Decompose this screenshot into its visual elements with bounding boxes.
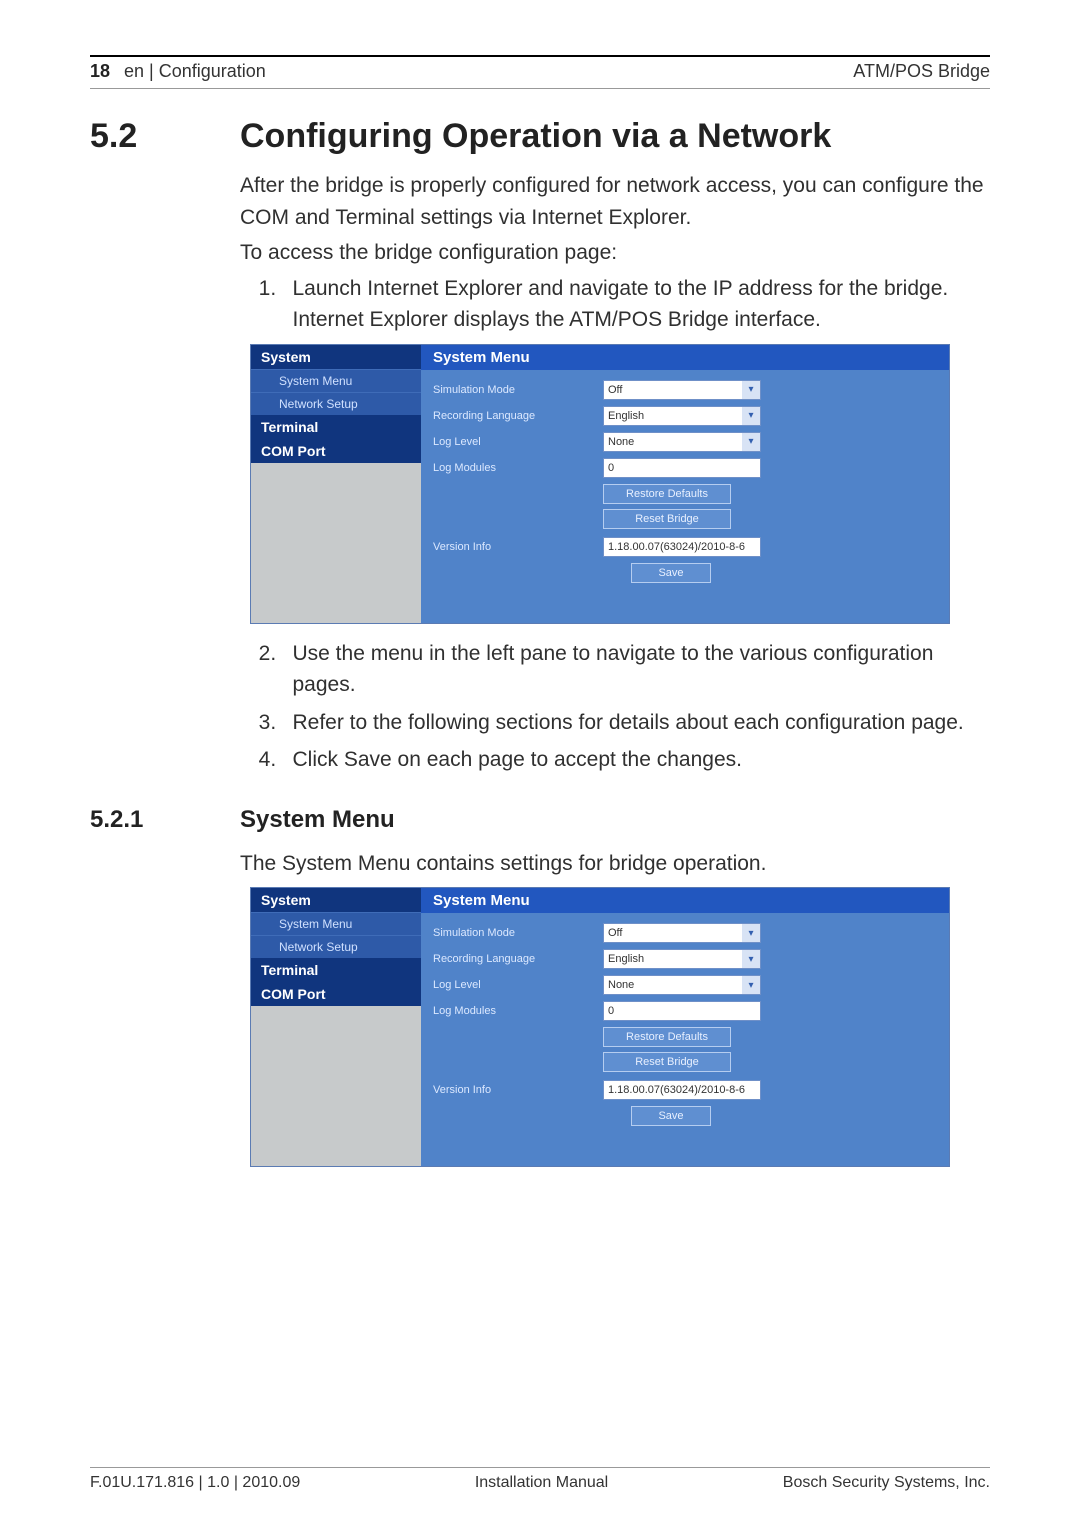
page-header: 18 en | Configuration ATM/POS Bridge bbox=[90, 61, 990, 89]
sidebar-item-system-menu[interactable]: System Menu bbox=[251, 369, 421, 392]
section-title: Configuring Operation via a Network bbox=[240, 117, 831, 156]
step-1: Launch Internet Explorer and navigate to… bbox=[282, 273, 990, 336]
reset-bridge-button[interactable]: Reset Bridge bbox=[603, 509, 731, 529]
sidebar-header-terminal[interactable]: Terminal bbox=[251, 415, 421, 439]
subsection-number: 5.2.1 bbox=[90, 806, 180, 834]
field-version-info: 1.18.00.07(63024)/2010-8-6 bbox=[603, 1080, 761, 1100]
label-simulation-mode: Simulation Mode bbox=[433, 927, 603, 939]
step-1-text: Launch Internet Explorer and navigate to… bbox=[293, 277, 949, 300]
sidebar-item-network-setup[interactable]: Network Setup bbox=[251, 392, 421, 415]
sidebar-header-com-port[interactable]: COM Port bbox=[251, 982, 421, 1006]
footer-left: F.01U.171.816 | 1.0 | 2010.09 bbox=[90, 1474, 300, 1492]
select-simulation-mode[interactable]: Off ▾ bbox=[603, 380, 761, 400]
restore-defaults-button[interactable]: Restore Defaults bbox=[603, 1027, 731, 1047]
breadcrumb: en | Configuration bbox=[124, 61, 266, 82]
page-footer: F.01U.171.816 | 1.0 | 2010.09 Installati… bbox=[90, 1474, 990, 1492]
sidebar-header-com-port[interactable]: COM Port bbox=[251, 439, 421, 463]
select-log-level[interactable]: None ▾ bbox=[603, 975, 761, 995]
sidebar-header-system[interactable]: System bbox=[251, 345, 421, 369]
label-version-info: Version Info bbox=[433, 541, 603, 553]
save-button[interactable]: Save bbox=[631, 1106, 711, 1126]
footer-center: Installation Manual bbox=[475, 1474, 608, 1492]
footer-right: Bosch Security Systems, Inc. bbox=[783, 1474, 990, 1492]
screenshot-system-menu-2: System System Menu Network Setup Termina… bbox=[250, 887, 950, 1167]
sidebar-item-network-setup[interactable]: Network Setup bbox=[251, 935, 421, 958]
label-version-info: Version Info bbox=[433, 1084, 603, 1096]
panel-title: System Menu bbox=[421, 345, 949, 370]
input-log-modules-value: 0 bbox=[608, 462, 614, 474]
restore-defaults-button[interactable]: Restore Defaults bbox=[603, 484, 731, 504]
select-simulation-mode-value: Off bbox=[608, 927, 622, 939]
input-log-modules[interactable]: 0 bbox=[603, 1001, 761, 1021]
subsection-desc: The System Menu contains settings for br… bbox=[240, 848, 990, 880]
select-simulation-mode[interactable]: Off ▾ bbox=[603, 923, 761, 943]
intro-paragraph-1: After the bridge is properly configured … bbox=[240, 170, 990, 233]
step-1-note: Internet Explorer displays the ATM/POS B… bbox=[293, 308, 821, 331]
chevron-down-icon: ▾ bbox=[742, 950, 760, 968]
chevron-down-icon: ▾ bbox=[742, 924, 760, 942]
subsection-title: System Menu bbox=[240, 806, 395, 834]
step-4: Click Save on each page to accept the ch… bbox=[282, 744, 990, 776]
save-button[interactable]: Save bbox=[631, 563, 711, 583]
reset-bridge-button[interactable]: Reset Bridge bbox=[603, 1052, 731, 1072]
step-3: Refer to the following sections for deta… bbox=[282, 707, 990, 739]
field-version-info-value: 1.18.00.07(63024)/2010-8-6 bbox=[608, 541, 745, 553]
page-number: 18 bbox=[90, 61, 110, 82]
label-log-level: Log Level bbox=[433, 979, 603, 991]
input-log-modules-value: 0 bbox=[608, 1005, 614, 1017]
chevron-down-icon: ▾ bbox=[742, 976, 760, 994]
select-recording-language-value: English bbox=[608, 953, 644, 965]
field-version-info-value: 1.18.00.07(63024)/2010-8-6 bbox=[608, 1084, 745, 1096]
select-recording-language-value: English bbox=[608, 410, 644, 422]
sidebar-header-system[interactable]: System bbox=[251, 888, 421, 912]
label-log-modules: Log Modules bbox=[433, 1005, 603, 1017]
select-recording-language[interactable]: English ▾ bbox=[603, 406, 761, 426]
label-recording-language: Recording Language bbox=[433, 410, 603, 422]
intro-paragraph-2: To access the bridge configuration page: bbox=[240, 237, 990, 269]
chevron-down-icon: ▾ bbox=[742, 433, 760, 451]
select-simulation-mode-value: Off bbox=[608, 384, 622, 396]
label-log-modules: Log Modules bbox=[433, 462, 603, 474]
field-version-info: 1.18.00.07(63024)/2010-8-6 bbox=[603, 537, 761, 557]
step-2: Use the menu in the left pane to navigat… bbox=[282, 638, 990, 701]
select-log-level-value: None bbox=[608, 979, 634, 991]
panel-title: System Menu bbox=[421, 888, 949, 913]
section-number: 5.2 bbox=[90, 117, 180, 156]
sidebar-item-system-menu[interactable]: System Menu bbox=[251, 912, 421, 935]
select-log-level-value: None bbox=[608, 436, 634, 448]
chevron-down-icon: ▾ bbox=[742, 381, 760, 399]
label-log-level: Log Level bbox=[433, 436, 603, 448]
product-name: ATM/POS Bridge bbox=[853, 61, 990, 82]
label-recording-language: Recording Language bbox=[433, 953, 603, 965]
screenshot-system-menu-1: System System Menu Network Setup Termina… bbox=[250, 344, 950, 624]
sidebar-header-terminal[interactable]: Terminal bbox=[251, 958, 421, 982]
select-log-level[interactable]: None ▾ bbox=[603, 432, 761, 452]
input-log-modules[interactable]: 0 bbox=[603, 458, 761, 478]
select-recording-language[interactable]: English ▾ bbox=[603, 949, 761, 969]
chevron-down-icon: ▾ bbox=[742, 407, 760, 425]
label-simulation-mode: Simulation Mode bbox=[433, 384, 603, 396]
